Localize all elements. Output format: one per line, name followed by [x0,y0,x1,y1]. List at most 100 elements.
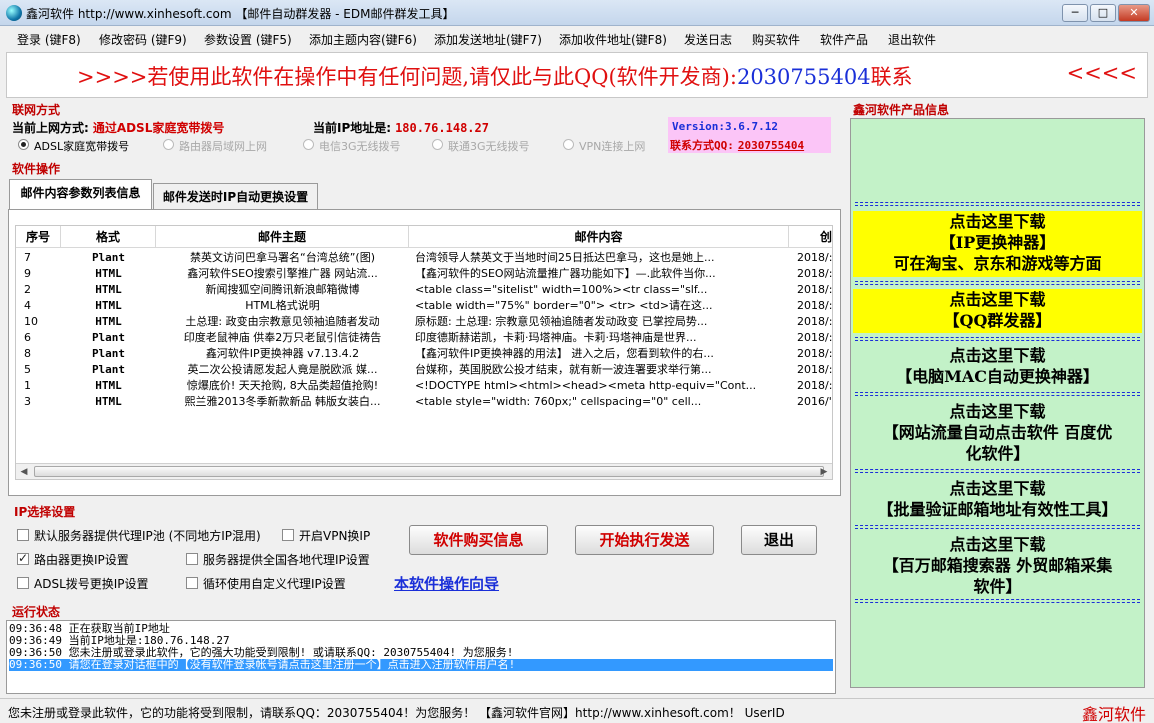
table-row[interactable]: 8 Plant 鑫河软件IP更换神器 v7.13.4.2 【鑫河软件IP更换神器… [16,346,832,362]
check-default-proxy[interactable] [17,529,29,541]
version-text: Version:3.6.7.12 [672,120,778,133]
buy-info-button[interactable]: 软件购买信息 [409,525,548,555]
cell-id: 2 [24,283,31,296]
title-bar[interactable]: 鑫河软件 http://www.xinhesoft.com 【邮件自动群发器 -… [0,0,1154,26]
menu-settings[interactable]: 参数设置 (键F5) [204,31,292,48]
promo-ip-changer[interactable]: 点击这里下载 【IP更换神器】 可在淘宝、京东和游戏等方面 [853,211,1142,277]
minimize-button[interactable]: ─ [1062,4,1088,22]
horizontal-scrollbar[interactable]: ◀ ▶ [16,463,832,479]
log-panel[interactable]: 09:36:48 正在获取当前IP地址 09:36:49 当前IP地址是:180… [6,620,836,694]
cell-subject: 惊爆底价! 天天抢购, 8大品类超值抢购! [186,379,379,392]
network-section-title: 联网方式 [12,103,61,117]
col-subject[interactable]: 邮件主题 [156,226,409,248]
menu-add-recipient[interactable]: 添加收件地址(键F8) [559,31,667,48]
table-row[interactable]: 1 HTML 惊爆底价! 天天抢购, 8大品类超值抢购! <!DOCTYPE h… [16,378,832,394]
promo-line: 可在淘宝、京东和游戏等方面 [893,254,1102,273]
radio-unicom-3g[interactable] [432,139,443,150]
ip-section-title: IP选择设置 [14,505,76,519]
radio-adsl[interactable] [18,139,29,150]
radio-router[interactable] [163,139,174,150]
table-row[interactable]: 7 Plant 禁英文访问巴拿马署名“台湾总统”(图) 台湾领导人禁英文于当地时… [16,250,833,266]
promo-email-searcher[interactable]: 点击这里下载 【百万邮箱搜索器 外贸邮箱采集 软件】 [853,534,1142,600]
cell-created: 2018/: [797,267,833,280]
contact-label: 联系方式QQ: [670,139,734,152]
col-format[interactable]: 格式 [61,226,156,248]
status-brand[interactable]: 鑫河软件 [1082,701,1146,723]
log-line-selected[interactable]: 09:36:50 请您在登录对话框中的【没有软件登录帐号请点击这里注册一个】点击… [9,659,833,671]
cell-id: 9 [24,267,31,280]
col-id[interactable]: 序号 [16,226,61,248]
scroll-thumb[interactable] [34,466,824,477]
check-server-proxy[interactable] [186,553,198,565]
cell-format: Plant [91,331,126,344]
table-row[interactable]: 5 Plant 英二次公投请愿发起人竟是脱欧派 媒... 台媒称，英国脱欧公投才… [16,362,833,378]
menu-buy[interactable]: 购买软件 [752,31,800,48]
promo-line: 点击这里下载 [949,535,1046,554]
divider [855,469,1140,473]
cell-subject: 熙兰雅2013冬季新款新品 韩版女装白... [184,395,381,408]
exit-button[interactable]: 退出 [741,525,817,555]
tab-ip-change[interactable]: 邮件发送时IP自动更换设置 [153,183,318,211]
cell-format: HTML [95,379,122,392]
promo-mac-changer[interactable]: 点击这里下载 【电脑MAC自动更换神器】 [853,345,1142,389]
check-server-proxy-label: 服务器提供全国各地代理IP设置 [203,553,370,567]
cell-content: 印度德斯赫诺凯，卡莉·玛塔神庙。卡莉·玛塔神庙是世界... [415,331,697,344]
table-row[interactable]: 4 HTML HTML格式说明 <table width="75%" borde… [16,298,833,314]
check-adsl[interactable] [17,577,29,589]
scroll-right-icon[interactable]: ▶ [816,464,832,479]
divider [855,392,1140,396]
maximize-button[interactable]: □ [1090,4,1116,22]
radio-vpn-label: VPN连接上网 [579,140,646,153]
col-content[interactable]: 邮件内容 [409,226,789,248]
cell-format: HTML [95,283,122,296]
menu-login[interactable]: 登录 (键F8) [17,31,81,48]
cell-created: 2018/: [797,315,833,328]
menu-products[interactable]: 软件产品 [820,31,868,48]
cell-id: 6 [24,331,31,344]
scroll-left-icon[interactable]: ◀ [16,464,32,479]
col-created[interactable]: 创 [789,226,832,248]
app-icon [6,5,22,21]
start-send-button[interactable]: 开始执行发送 [575,525,714,555]
check-vpn[interactable] [282,529,294,541]
menu-add-sender[interactable]: 添加发送地址(键F7) [434,31,542,48]
check-router[interactable] [17,551,29,565]
tab-panel: 序号 格式 邮件主题 邮件内容 创 7 Plant 禁英文访问巴拿马署名“台湾总… [8,209,841,496]
mail-table[interactable]: 序号 格式 邮件主题 邮件内容 创 7 Plant 禁英文访问巴拿马署名“台湾总… [15,225,833,480]
menu-exit[interactable]: 退出软件 [888,31,936,48]
ip-address: 当前IP地址是: 180.76.148.27 [313,119,489,136]
window-title: 鑫河软件 http://www.xinhesoft.com 【邮件自动群发器 -… [26,7,455,21]
promo-line: 点击这里下载 [949,290,1046,309]
cell-content: 台媒称，英国脱欧公投才结束，就有新一波连署要求举行第... [415,363,712,376]
promo-qq-sender[interactable]: 点击这里下载 【QQ群发器】 [853,289,1142,333]
table-row[interactable]: 9 HTML 鑫河软件SEO搜索引擎推广器 网站流... 【鑫河软件的SEO网站… [16,266,833,282]
table-row[interactable]: 6 Plant 印度老鼠神庙 供奉2万只老鼠引信徒祷告 印度德斯赫诺凯，卡莉·玛… [16,330,832,346]
contact-value[interactable]: 2030755404 [738,139,804,152]
radio-adsl-label: ADSL家庭宽带拨号 [34,140,130,153]
cell-format: Plant [91,347,126,360]
guide-link[interactable]: 本软件操作向导 [394,573,499,594]
banner-suffix: 联系 [870,65,913,89]
divider [855,281,1140,285]
current-mode-label-text: 当前上网方式: [12,121,89,135]
contact-qq: 联系方式QQ: 2030755404 [670,137,804,153]
divider [855,337,1140,341]
cell-created: 2018/: [797,299,833,312]
table-row[interactable]: 10 HTML 土总理: 政变由宗教意见领袖追随者发动 原标题: 土总理: 宗教… [16,314,833,330]
tab-mail-content[interactable]: 邮件内容参数列表信息 [9,179,152,210]
table-row[interactable]: 3 HTML 熙兰雅2013冬季新款新品 韩版女装白... <table sty… [16,394,832,410]
promo-email-verifier[interactable]: 点击这里下载 【批量验证邮箱地址有效性工具】 [853,478,1142,522]
menu-change-password[interactable]: 修改密码 (键F9) [99,31,187,48]
close-button[interactable]: ✕ [1118,4,1150,22]
menu-send-log[interactable]: 发送日志 [684,31,732,48]
status-bar: 您未注册或登录此软件，它的功能将受到限制，请联系QQ：2030755404！为您… [0,698,1154,723]
check-custom-proxy[interactable] [186,577,198,589]
radio-telecom-3g[interactable] [303,139,314,150]
cell-content: <table style="width: 760px;" cellspacing… [415,395,702,408]
cell-created: 2018/: [797,363,833,376]
menu-add-subject[interactable]: 添加主题内容(键F6) [309,31,417,48]
promo-traffic-clicker[interactable]: 点击这里下载 【网站流量自动点击软件 百度优 化软件】 [853,401,1142,467]
cell-created: 2018/: [797,251,833,264]
radio-vpn[interactable] [563,139,574,150]
table-row[interactable]: 2 HTML 新闻搜狐空间腾讯新浪邮箱微博 <table class="site… [16,282,832,298]
